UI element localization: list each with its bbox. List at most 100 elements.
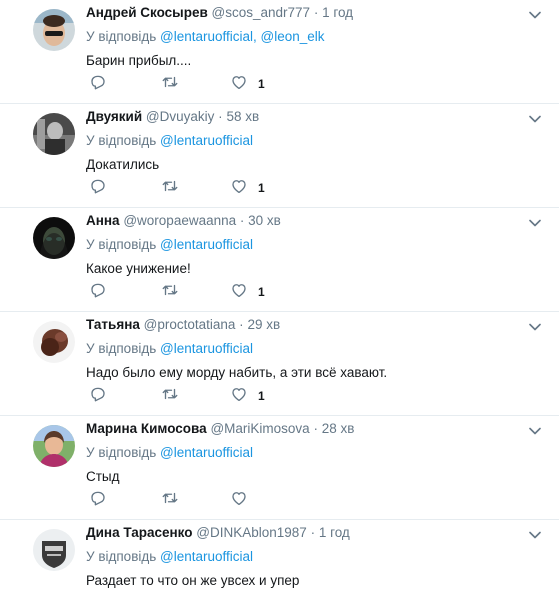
retweet-icon — [162, 492, 178, 504]
retweet-button[interactable] — [160, 385, 180, 403]
tweet-item[interactable]: Татьяна @proctotatiana · 29 хв У відпові… — [0, 312, 559, 416]
mention-link[interactable]: @lentaruofficial — [160, 549, 253, 564]
tweet-menu-button[interactable] — [529, 526, 541, 544]
tweet-menu-button[interactable] — [529, 214, 541, 232]
author-handle[interactable]: @Dvuyakiy — [146, 109, 214, 124]
tweet-item[interactable]: Анна @woropaewaanna · 30 хв У відповідь … — [0, 208, 559, 312]
mention-link[interactable]: @lentaruofficial — [160, 133, 253, 148]
chevron-down-icon — [529, 427, 541, 435]
tweet-item[interactable]: Дина Тарасенко @DINKAblon1987 · 1 год У … — [0, 520, 559, 610]
retweet-button[interactable] — [160, 73, 180, 91]
separator-dot: · — [239, 213, 245, 228]
like-button[interactable]: 1 — [230, 281, 265, 299]
reply-icon — [91, 283, 105, 298]
mention-link[interactable]: @lentaruofficial — [160, 341, 253, 356]
reply-context: У відповідь @lentaruofficial — [86, 444, 519, 462]
mention-link[interactable]: @lentaruofficial — [160, 445, 253, 460]
reply-prefix: У відповідь — [86, 29, 157, 44]
tweet-text: Надо было ему морду набить, а эти всё ха… — [86, 365, 388, 380]
heart-icon — [232, 76, 246, 90]
tweet-item[interactable]: Двуякий @Dvuyakiy · 58 хв У відповідь @l… — [0, 104, 559, 208]
like-button[interactable]: 1 — [230, 177, 265, 195]
heart-icon — [232, 388, 246, 402]
separator-dot: · — [313, 5, 319, 20]
tweet-actions: 1 — [89, 281, 339, 299]
timestamp[interactable]: 30 хв — [248, 213, 281, 228]
tweet-actions: 1 — [89, 177, 339, 195]
tweet-item[interactable]: Андрей Скосырев @scos_andr777 · 1 год У … — [0, 0, 559, 104]
tweet-menu-button[interactable] — [529, 110, 541, 128]
mention-link[interactable]: @lentaruofficial, @leon_elk — [160, 29, 325, 44]
tweet-menu-button[interactable] — [529, 318, 541, 336]
reply-prefix: У відповідь — [86, 549, 157, 564]
avatar[interactable] — [33, 113, 75, 155]
author-name[interactable]: Марина Кимосова — [86, 421, 207, 436]
author-name[interactable]: Анна — [86, 213, 120, 228]
reply-icon — [91, 491, 105, 506]
retweet-button[interactable] — [160, 489, 180, 507]
mention-link[interactable]: @lentaruofficial — [160, 237, 253, 252]
chevron-down-icon — [529, 219, 541, 227]
reply-button[interactable] — [89, 177, 107, 195]
tweet-menu-button[interactable] — [529, 6, 541, 24]
chevron-down-icon — [529, 115, 541, 123]
avatar[interactable] — [33, 9, 75, 51]
separator-dot: · — [218, 109, 223, 124]
reply-feed: Андрей Скосырев @scos_andr777 · 1 год У … — [0, 0, 559, 610]
separator-dot: · — [239, 317, 244, 332]
like-count: 1 — [258, 77, 265, 91]
author-handle[interactable]: @MariKimosova — [210, 421, 309, 436]
timestamp[interactable]: 1 год — [322, 5, 353, 20]
author-name[interactable]: Татьяна — [86, 317, 140, 332]
avatar[interactable] — [33, 529, 75, 571]
separator-dot: · — [310, 525, 316, 540]
retweet-icon — [162, 284, 178, 296]
retweet-icon — [162, 76, 178, 88]
reply-context: У відповідь @lentaruofficial — [86, 340, 519, 358]
timestamp[interactable]: 29 хв — [247, 317, 280, 332]
tweet-actions: 1 — [89, 73, 339, 91]
heart-icon — [232, 180, 246, 194]
author-name[interactable]: Двуякий — [86, 109, 142, 124]
tweet-text: Докатились — [86, 157, 160, 172]
like-count: 1 — [258, 389, 265, 403]
chevron-down-icon — [529, 11, 541, 19]
reply-prefix: У відповідь — [86, 133, 157, 148]
reply-button[interactable] — [89, 281, 107, 299]
timestamp[interactable]: 28 хв — [322, 421, 355, 436]
reply-prefix: У відповідь — [86, 341, 157, 356]
like-count: 1 — [258, 181, 265, 195]
reply-prefix: У відповідь — [86, 237, 157, 252]
avatar[interactable] — [33, 321, 75, 363]
like-button[interactable]: 1 — [230, 385, 265, 403]
tweet-text: Барин прибыл.... — [86, 53, 192, 68]
reply-context: У відповідь @lentaruofficial — [86, 236, 519, 254]
author-handle[interactable]: @DINKAblon1987 — [196, 525, 307, 540]
tweet-actions: 1 — [89, 385, 339, 403]
timestamp[interactable]: 1 год — [319, 525, 350, 540]
reply-context: У відповідь @lentaruofficial — [86, 132, 519, 150]
tweet-item[interactable]: Марина Кимосова @MariKimosova · 28 хв У … — [0, 416, 559, 520]
avatar[interactable] — [33, 425, 75, 467]
timestamp[interactable]: 58 хв — [226, 109, 259, 124]
author-handle[interactable]: @woropaewaanna — [123, 213, 236, 228]
reply-button[interactable] — [89, 489, 107, 507]
reply-context: У відповідь @lentaruofficial, @leon_elk — [86, 28, 519, 46]
avatar[interactable] — [33, 217, 75, 259]
author-handle[interactable]: @scos_andr777 — [212, 5, 311, 20]
author-name[interactable]: Дина Тарасенко — [86, 525, 193, 540]
tweet-actions — [89, 489, 339, 507]
like-button[interactable] — [230, 489, 258, 507]
author-name[interactable]: Андрей Скосырев — [86, 5, 208, 20]
reply-icon — [91, 179, 105, 194]
reply-button[interactable] — [89, 73, 107, 91]
author-handle[interactable]: @proctotatiana — [144, 317, 236, 332]
retweet-button[interactable] — [160, 281, 180, 299]
like-button[interactable]: 1 — [230, 73, 265, 91]
reply-button[interactable] — [89, 385, 107, 403]
tweet-text: Какое унижение! — [86, 261, 191, 276]
retweet-icon — [162, 180, 178, 192]
heart-icon — [232, 492, 246, 506]
tweet-menu-button[interactable] — [529, 422, 541, 440]
retweet-button[interactable] — [160, 177, 180, 195]
